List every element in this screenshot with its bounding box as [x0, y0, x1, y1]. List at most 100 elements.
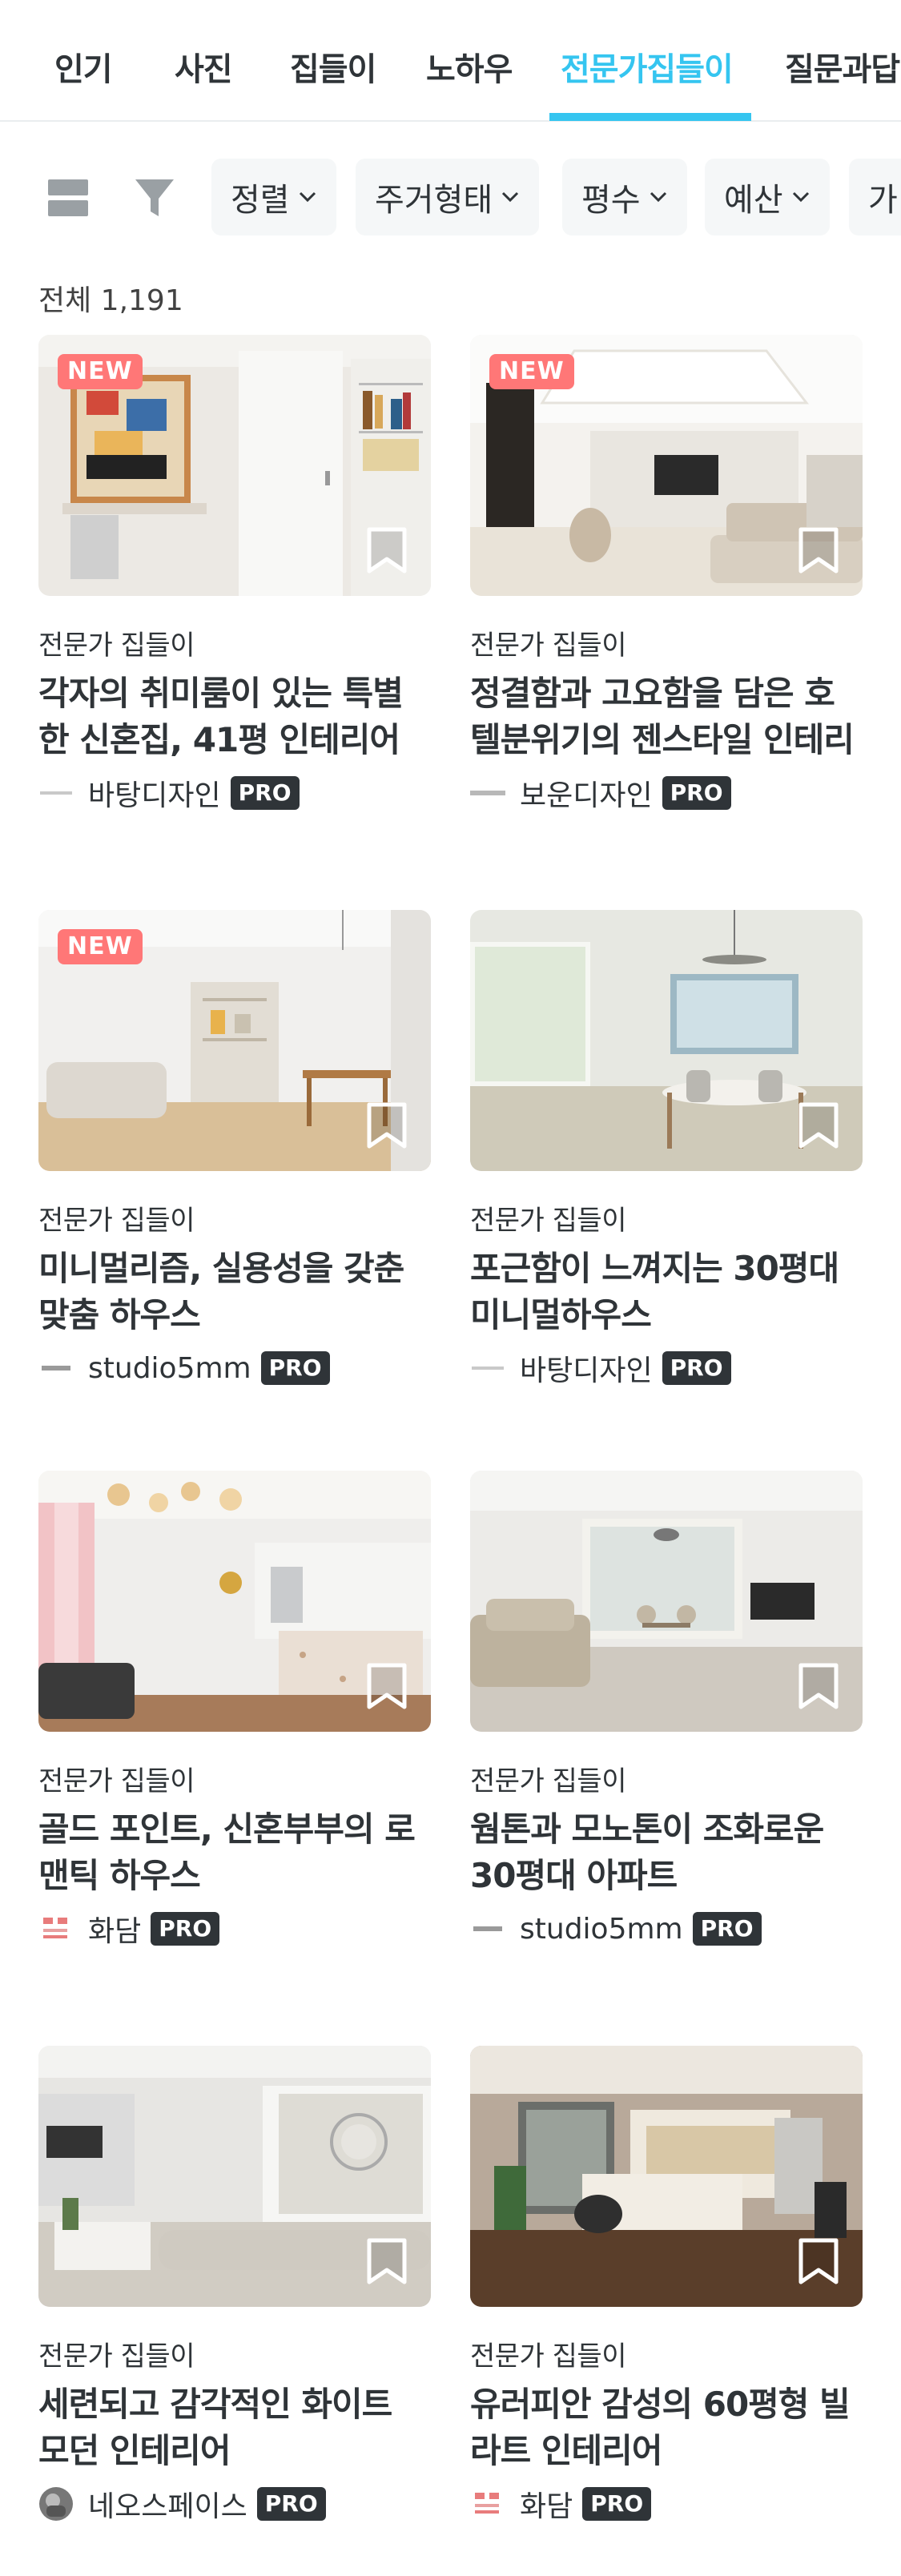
- category-tabs: 인기 사진 집들이 노하우 전문가집들이 질문과답: [0, 0, 901, 122]
- card-author[interactable]: 바탕디자인 PRO: [38, 773, 431, 813]
- card-author[interactable]: 바탕디자인 PRO: [470, 1348, 863, 1388]
- card-author[interactable]: 화담 PRO: [470, 2484, 863, 2524]
- card-title[interactable]: 웜톤과 모노톤이 조화로운 30평대 아파트: [470, 1806, 863, 1899]
- tab-popular[interactable]: 인기: [54, 43, 113, 90]
- card-thumbnail[interactable]: [470, 910, 863, 1171]
- filter-chip-label: 주거형태: [375, 182, 493, 219]
- project-card[interactable]: 전문가 집들이 유러피안 감성의 60평형 빌라트 인테리어 화담 PRO: [470, 2046, 863, 2524]
- pro-badge: PRO: [151, 1912, 220, 1946]
- pro-badge: PRO: [662, 1351, 731, 1385]
- project-card[interactable]: 전문가 집들이 골드 포인트, 신혼부부의 로맨틱 하우스 화담 PRO: [38, 1471, 431, 1949]
- pro-badge: PRO: [260, 1351, 330, 1385]
- card-category: 전문가 집들이: [38, 1205, 195, 1237]
- pro-badge: PRO: [230, 776, 300, 810]
- card-thumbnail[interactable]: [38, 1471, 431, 1732]
- author-logo-icon: [470, 1350, 505, 1386]
- card-title[interactable]: 각자의 취미룸이 있는 특별한 신혼집, 41평 인테리어: [38, 670, 431, 763]
- card-thumbnail[interactable]: NEW: [38, 335, 431, 596]
- filter-chip-label: 정렬: [231, 182, 290, 219]
- card-category: 전문가 집들이: [38, 1765, 195, 1797]
- bookmark-icon[interactable]: [365, 1102, 408, 1149]
- filter-chip-label: 가: [868, 182, 898, 219]
- author-logo-icon: [470, 1911, 505, 1946]
- author-name[interactable]: 바탕디자인: [520, 1347, 653, 1389]
- card-author[interactable]: 화담 PRO: [38, 1909, 431, 1949]
- chevron-down-icon: [298, 191, 317, 203]
- author-name[interactable]: studio5mm: [88, 1352, 251, 1385]
- tab-qna[interactable]: 질문과답: [785, 43, 900, 90]
- card-title[interactable]: 정결함과 고요함을 담은 호텔분위기의 젠스타일 인테리: [470, 670, 863, 763]
- card-author[interactable]: 네오스페이스 PRO: [38, 2484, 431, 2524]
- author-name[interactable]: 네오스페이스: [88, 2483, 247, 2525]
- card-author[interactable]: studio5mm PRO: [38, 1348, 431, 1388]
- author-name[interactable]: 바탕디자인: [88, 772, 221, 814]
- bookmark-icon[interactable]: [365, 527, 408, 574]
- card-author[interactable]: 보운디자인 PRO: [470, 773, 863, 813]
- author-name[interactable]: 화담: [520, 2483, 573, 2525]
- bookmark-icon[interactable]: [797, 2238, 840, 2284]
- project-card[interactable]: 전문가 집들이 웜톤과 모노톤이 조화로운 30평대 아파트 studio5mm…: [470, 1471, 863, 1949]
- filter-icon[interactable]: [127, 162, 183, 234]
- author-name[interactable]: studio5mm: [520, 1913, 683, 1946]
- card-category: 전문가 집들이: [38, 2341, 195, 2373]
- card-category: 전문가 집들이: [470, 1205, 627, 1237]
- bookmark-icon[interactable]: [365, 1663, 408, 1709]
- chevron-down-icon: [649, 191, 668, 203]
- author-logo-icon: [38, 775, 74, 811]
- bookmark-icon[interactable]: [797, 527, 840, 574]
- project-card[interactable]: NEW 전문가 집들이 미니멀리즘, 실용성을 갖춘 맞춤 하우스 studio…: [38, 910, 431, 1388]
- new-badge: NEW: [58, 354, 143, 389]
- project-card[interactable]: 전문가 집들이 포근함이 느껴지는 30평대 미니멀하우스 바탕디자인 PRO: [470, 910, 863, 1388]
- author-logo-icon: [470, 775, 505, 811]
- card-title[interactable]: 골드 포인트, 신혼부부의 로맨틱 하우스: [38, 1806, 431, 1899]
- card-title[interactable]: 포근함이 느껴지는 30평대 미니멀하우스: [470, 1246, 863, 1338]
- author-logo-icon: [470, 2486, 505, 2522]
- filter-bar: 정렬 주거형태 평수 예산 가: [0, 122, 901, 266]
- card-category: 전문가 집들이: [470, 2341, 627, 2373]
- card-category: 전문가 집들이: [470, 1765, 627, 1797]
- filter-chip-label: 예산: [724, 182, 783, 219]
- active-tab-indicator: [549, 113, 751, 121]
- bookmark-icon[interactable]: [797, 1102, 840, 1149]
- card-title[interactable]: 세련되고 감각적인 화이트 모던 인테리어: [38, 2381, 431, 2474]
- tab-expert-housewarming[interactable]: 전문가집들이: [561, 43, 734, 90]
- author-logo-icon: [38, 1911, 74, 1946]
- author-logo-icon: [38, 2486, 74, 2522]
- card-title[interactable]: 유러피안 감성의 60평형 빌라트 인테리어: [470, 2381, 863, 2474]
- card-category: 전문가 집들이: [38, 630, 195, 662]
- bookmark-icon[interactable]: [365, 2238, 408, 2284]
- card-category: 전문가 집들이: [470, 630, 627, 662]
- chevron-down-icon: [501, 191, 520, 203]
- bookmark-icon[interactable]: [797, 1663, 840, 1709]
- project-card[interactable]: NEW 전문가 집들이 정결함과 고요함을 담은 호텔분위기의 젠스타일 인테리…: [470, 335, 863, 813]
- card-thumbnail[interactable]: NEW: [470, 335, 863, 596]
- chevron-down-icon: [791, 191, 810, 203]
- filter-chip-budget[interactable]: 예산: [705, 159, 830, 235]
- new-badge: NEW: [489, 354, 574, 389]
- filter-chip-sort[interactable]: 정렬: [211, 159, 336, 235]
- tab-knowhow[interactable]: 노하우: [426, 43, 513, 90]
- author-name[interactable]: 화담: [88, 1908, 141, 1950]
- filter-chip-area[interactable]: 평수: [562, 159, 687, 235]
- card-thumbnail[interactable]: NEW: [38, 910, 431, 1171]
- pro-badge: PRO: [662, 776, 731, 810]
- card-author[interactable]: studio5mm PRO: [470, 1909, 863, 1949]
- filter-chip-label: 평수: [581, 182, 641, 219]
- tab-photos[interactable]: 사진: [175, 43, 233, 90]
- pro-badge: PRO: [582, 2487, 652, 2521]
- project-card[interactable]: NEW 전문가 집들이 각자의 취미룸이 있는 특별한 신혼집, 41평 인테리…: [38, 335, 431, 813]
- total-count: 전체 1,191: [38, 284, 183, 317]
- author-name[interactable]: 보운디자인: [520, 772, 653, 814]
- pro-badge: PRO: [256, 2487, 326, 2521]
- card-thumbnail[interactable]: [38, 2046, 431, 2307]
- new-badge: NEW: [58, 929, 143, 964]
- tab-housewarming[interactable]: 집들이: [290, 43, 376, 90]
- layout-toggle-icon[interactable]: [40, 162, 96, 234]
- author-logo-icon: [38, 1350, 74, 1386]
- project-card[interactable]: 전문가 집들이 세련되고 감각적인 화이트 모던 인테리어 네오스페이스 PRO: [38, 2046, 431, 2524]
- filter-chip-housing-type[interactable]: 주거형태: [356, 159, 540, 235]
- filter-chip-more[interactable]: 가: [849, 159, 901, 235]
- card-thumbnail[interactable]: [470, 1471, 863, 1732]
- card-title[interactable]: 미니멀리즘, 실용성을 갖춘 맞춤 하우스: [38, 1246, 431, 1338]
- card-thumbnail[interactable]: [470, 2046, 863, 2307]
